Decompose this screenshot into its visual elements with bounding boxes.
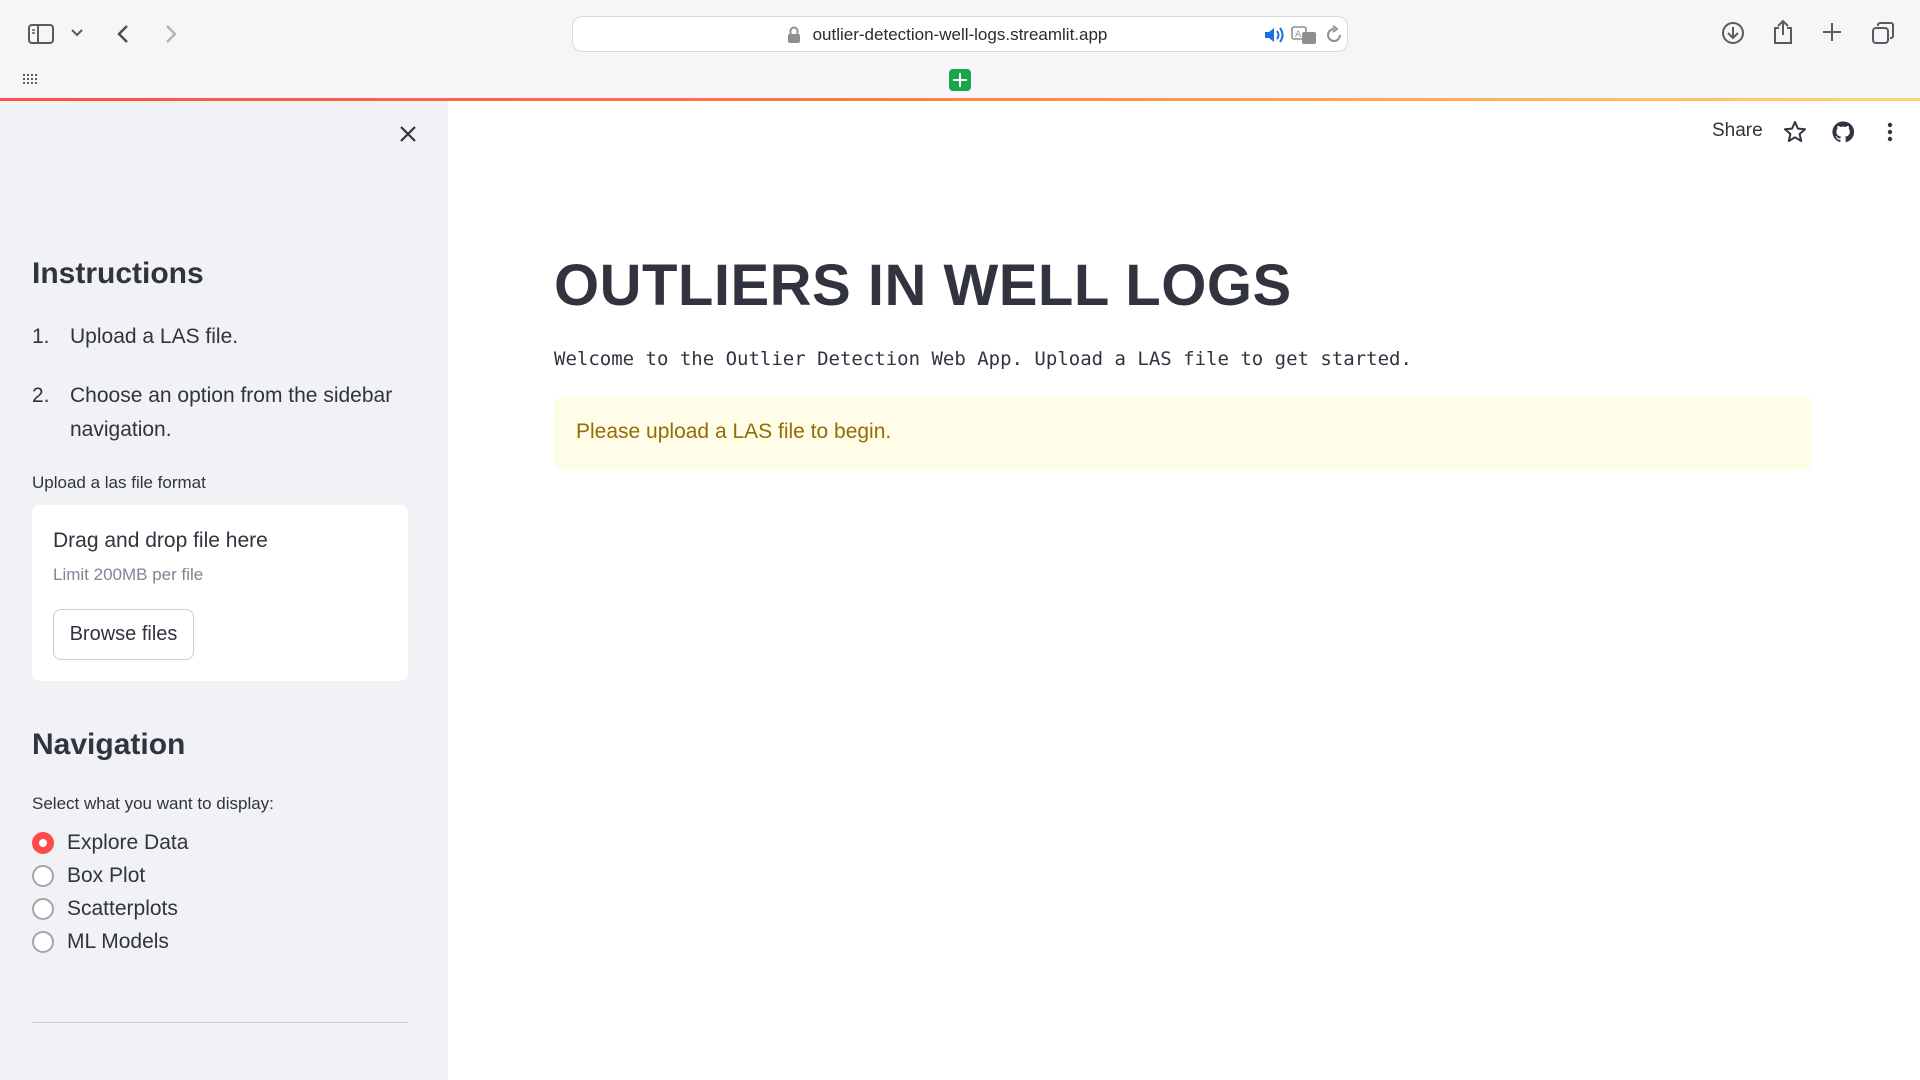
- upload-label: Upload a las file format: [32, 473, 206, 492]
- radio-button[interactable]: [32, 898, 54, 920]
- close-sidebar-icon[interactable]: [396, 122, 420, 146]
- file-dropzone[interactable]: Drag and drop file here Limit 200MB per …: [32, 505, 408, 681]
- browse-files-button[interactable]: Browse files: [53, 609, 194, 660]
- radio-button[interactable]: [32, 931, 54, 953]
- address-bar[interactable]: outlier-detection-well-logs.streamlit.ap…: [572, 16, 1348, 52]
- step-number: 2.: [32, 384, 50, 407]
- new-tab-icon[interactable]: [1820, 20, 1844, 44]
- navigation-heading: Navigation: [32, 728, 186, 761]
- reload-icon[interactable]: [1325, 25, 1343, 50]
- forward-icon[interactable]: [160, 22, 182, 46]
- dropzone-limit: Limit 200MB per file: [53, 565, 204, 584]
- page-title: OUTLIERS IN WELL LOGS: [554, 253, 1292, 318]
- tab-favicon-icon[interactable]: [949, 69, 971, 91]
- warning-alert: Please upload a LAS file to begin.: [554, 396, 1812, 470]
- step-text: Upload a LAS file.: [70, 325, 239, 348]
- download-icon[interactable]: [1720, 20, 1746, 46]
- radio-scatterplots[interactable]: Scatterplots: [32, 895, 178, 923]
- share-icon[interactable]: [1770, 18, 1796, 46]
- sidebar: Instructions 1. Upload a LAS file. 2. Ch…: [0, 101, 448, 1080]
- radio-button-selected[interactable]: [32, 832, 54, 854]
- radio-box-plot[interactable]: Box Plot: [32, 862, 145, 890]
- tab-grid-icon[interactable]: [22, 72, 40, 86]
- instructions-heading: Instructions: [32, 257, 204, 290]
- github-icon[interactable]: [1831, 120, 1855, 149]
- radio-button[interactable]: [32, 865, 54, 887]
- radio-label: Explore Data: [67, 831, 189, 854]
- share-button[interactable]: Share: [1712, 120, 1763, 142]
- sidebar-divider: [32, 1022, 408, 1023]
- url-text[interactable]: outlier-detection-well-logs.streamlit.ap…: [573, 17, 1347, 53]
- dropzone-title: Drag and drop file here: [53, 529, 268, 552]
- radio-label: Scatterplots: [67, 897, 178, 920]
- radio-label: Box Plot: [67, 864, 146, 887]
- radio-explore-data[interactable]: Explore Data: [32, 829, 188, 857]
- welcome-text: Welcome to the Outlier Detection Web App…: [554, 348, 1412, 370]
- star-icon[interactable]: [1783, 120, 1807, 149]
- speaker-icon[interactable]: [1263, 25, 1285, 50]
- step-text: Choose an option from the sidebar naviga…: [70, 384, 393, 441]
- radio-ml-models[interactable]: ML Models: [32, 928, 169, 956]
- svg-text:A: A: [1295, 30, 1302, 40]
- radio-label: ML Models: [67, 930, 169, 953]
- step-number: 1.: [32, 325, 50, 348]
- more-menu-icon[interactable]: [1878, 120, 1902, 149]
- sidebar-toggle-icon[interactable]: [26, 22, 56, 46]
- chevron-down-icon[interactable]: [70, 26, 84, 40]
- select-display-label: Select what you want to display:: [32, 794, 274, 813]
- warning-text: Please upload a LAS file to begin.: [576, 420, 892, 443]
- tabs-overview-icon[interactable]: [1870, 20, 1896, 46]
- browser-chrome: outlier-detection-well-logs.streamlit.ap…: [0, 0, 1920, 100]
- translate-icon[interactable]: A: [1291, 25, 1319, 50]
- back-icon[interactable]: [112, 22, 134, 46]
